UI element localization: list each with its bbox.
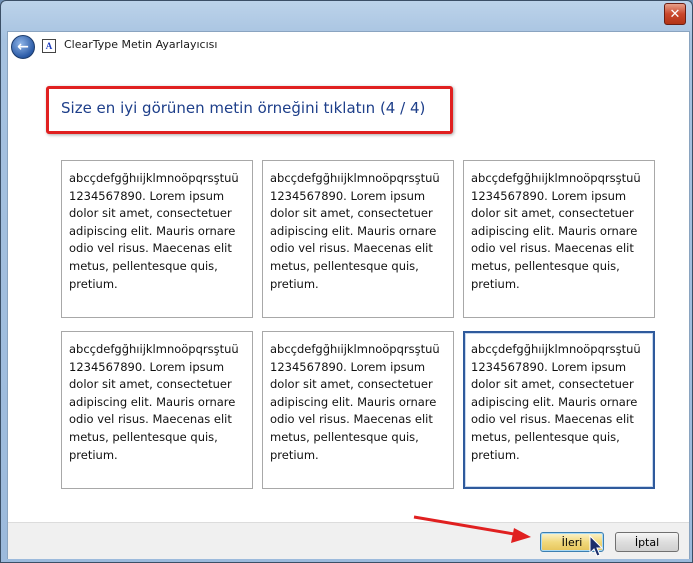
instruction-heading: Size en iyi görünen metin örneğini tıkla…: [61, 99, 426, 117]
cleartype-window: ✕ ← A ClearType Metin Ayarlayıcısı Size …: [0, 0, 693, 563]
next-button-label: İleri: [561, 535, 583, 549]
next-button[interactable]: İleri: [540, 532, 604, 552]
cleartype-app-icon: A: [42, 39, 56, 53]
wizard-content: ← A ClearType Metin Ayarlayıcısı Size en…: [7, 31, 690, 559]
text-sample-6-selected[interactable]: abcçdefgğhıijklmnoöpqrsştuü 1234567890. …: [463, 331, 655, 489]
back-button[interactable]: ←: [11, 35, 35, 59]
close-button[interactable]: ✕: [664, 3, 686, 25]
text-sample-1[interactable]: abcçdefgğhıijklmnoöpqrsştuü 1234567890. …: [61, 160, 253, 318]
text-sample-4[interactable]: abcçdefgğhıijklmnoöpqrsştuü 1234567890. …: [61, 331, 253, 489]
text-sample-5[interactable]: abcçdefgğhıijklmnoöpqrsştuü 1234567890. …: [262, 331, 454, 489]
cancel-button-label: İptal: [634, 535, 660, 549]
text-sample-2[interactable]: abcçdefgğhıijklmnoöpqrsştuü 1234567890. …: [262, 160, 454, 318]
text-sample-3[interactable]: abcçdefgğhıijklmnoöpqrsştuü 1234567890. …: [463, 160, 655, 318]
navigation-bar: ← A ClearType Metin Ayarlayıcısı: [8, 32, 689, 63]
instruction-highlight-box: Size en iyi görünen metin örneğini tıkla…: [46, 86, 453, 134]
cancel-button[interactable]: İptal: [615, 532, 679, 552]
close-icon: ✕: [669, 6, 681, 22]
back-arrow-icon: ←: [17, 39, 29, 55]
button-footer: İleri İptal: [8, 522, 689, 559]
window-title: ClearType Metin Ayarlayıcısı: [64, 38, 218, 51]
